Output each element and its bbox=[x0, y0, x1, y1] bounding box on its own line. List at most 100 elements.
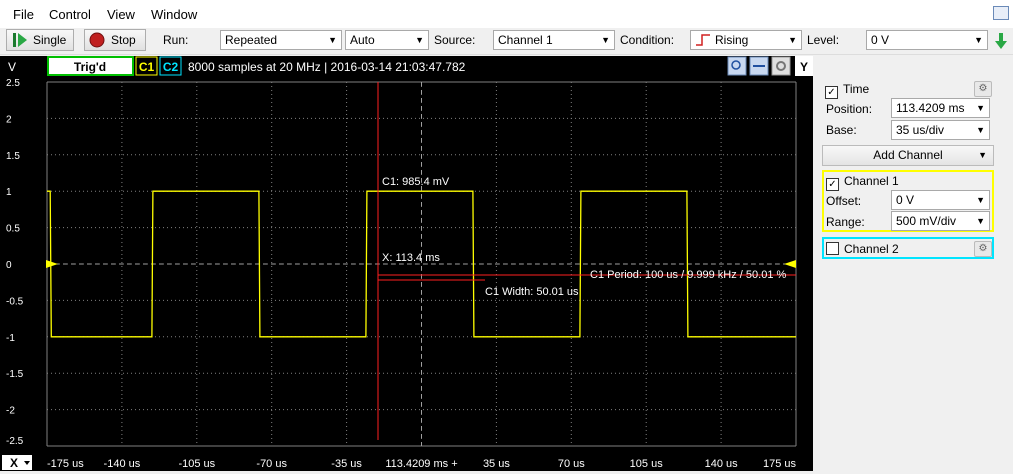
chevron-down-icon: ▼ bbox=[978, 150, 987, 160]
y-axis-tab-label: Y bbox=[800, 60, 808, 74]
chevron-down-icon: ▼ bbox=[601, 35, 610, 45]
source-label: Source: bbox=[434, 33, 476, 47]
single-button-label: Single bbox=[33, 33, 67, 47]
single-button[interactable]: Single bbox=[6, 29, 74, 51]
add-channel-label: Add Channel bbox=[873, 148, 943, 162]
volts-unit-label: V bbox=[8, 60, 16, 74]
offset-select[interactable]: 0 V ▼ bbox=[891, 190, 990, 210]
zoom-icon[interactable] bbox=[727, 56, 747, 76]
base-value: 35 us/div bbox=[896, 123, 945, 137]
x-tick-label: -35 us bbox=[331, 458, 362, 470]
oscilloscope-plot[interactable]: 2.5 2 1.5 1 0.5 0 -0.5 -1 -1.5 -2 -2.5 C1: 985.4 m… bbox=[0, 76, 813, 454]
position-select[interactable]: 113.4209 ms ▼ bbox=[891, 98, 990, 118]
window-restore-icon[interactable] bbox=[993, 6, 1009, 20]
source-select[interactable]: Channel 1 ▼ bbox=[493, 30, 615, 50]
stop-button[interactable]: Stop bbox=[84, 29, 146, 51]
range-select[interactable]: 500 mV/div ▼ bbox=[891, 211, 990, 231]
chevron-down-icon: ▼ bbox=[788, 35, 797, 45]
level-select[interactable]: 0 V ▼ bbox=[866, 30, 988, 50]
menu-bar: File Control View Window bbox=[0, 0, 1013, 28]
x-axis-selector-label: X bbox=[10, 456, 18, 470]
condition-label: Condition: bbox=[620, 33, 675, 47]
channel2-section: Channel 2 ⚙ bbox=[822, 237, 994, 259]
stop-button-label: Stop bbox=[111, 33, 136, 47]
y-tick-label: 2.5 bbox=[6, 78, 20, 89]
chevron-down-icon: ▼ bbox=[976, 103, 985, 113]
channel1-checkbox-row[interactable]: ✓ Channel 1 bbox=[826, 174, 899, 191]
y-tick-label: 1.5 bbox=[6, 151, 20, 162]
y-tick-label: -2.5 bbox=[6, 436, 24, 447]
plot-header-svg: V Trig'd C1 C2 8000 samples at 20 MHz | … bbox=[8, 56, 813, 76]
offset-value: 0 V bbox=[896, 193, 915, 207]
x-tick-label: 175 us bbox=[763, 458, 797, 470]
cursor-x-label: X: 113.4 ms bbox=[382, 252, 440, 264]
base-label: Base: bbox=[826, 123, 857, 137]
gear-icon[interactable]: ⚙ bbox=[974, 241, 992, 257]
x-axis-svg: X -175 us -140 us -105 us -70 us -35 us 113.4… bbox=[2, 455, 796, 470]
gear-icon[interactable] bbox=[771, 56, 791, 76]
x-tick-label: 70 us bbox=[558, 458, 585, 470]
plot-svg: 2.5 2 1.5 1 0.5 0 -0.5 -1 -1.5 -2 -2.5 C1: 985.4 m… bbox=[6, 78, 797, 447]
menu-control[interactable]: Control bbox=[49, 7, 91, 22]
time-label: Time bbox=[843, 82, 870, 96]
period-label: C1 Period: 100 us / 9.999 kHz / 50.01 % bbox=[590, 269, 787, 281]
channel1-offset-marker[interactable] bbox=[46, 260, 58, 268]
run-auto-select[interactable]: Auto ▼ bbox=[345, 30, 429, 50]
run-label: Run: bbox=[163, 33, 189, 47]
menu-file[interactable]: File bbox=[13, 7, 34, 22]
x-tick-label: 140 us bbox=[705, 458, 739, 470]
condition-select[interactable]: Rising ▼ bbox=[690, 30, 802, 50]
width-label: C1 Width: 50.01 us bbox=[485, 286, 579, 298]
x-tick-label: -140 us bbox=[104, 458, 141, 470]
channel1-label: Channel 1 bbox=[844, 174, 899, 188]
plot-header: V Trig'd C1 C2 8000 samples at 20 MHz | … bbox=[0, 56, 813, 76]
y-tick-label: 1 bbox=[6, 187, 12, 198]
settings-panel: ✓ Time ⚙ Position: 113.4209 ms ▼ Base: 35 … bbox=[814, 56, 1013, 471]
x-axis-bar: X -175 us -140 us -105 us -70 us -35 us 113.4… bbox=[0, 454, 813, 471]
x-tick-label: 35 us bbox=[483, 458, 510, 470]
arrow-down-icon[interactable] bbox=[994, 32, 1008, 50]
trigger-level-marker[interactable] bbox=[784, 260, 796, 268]
menu-view[interactable]: View bbox=[107, 7, 135, 22]
gear-icon[interactable]: ⚙ bbox=[974, 81, 992, 97]
offset-label: Offset: bbox=[826, 194, 862, 208]
chevron-down-icon: ▼ bbox=[976, 216, 985, 226]
condition-value: Rising bbox=[715, 33, 749, 47]
rising-edge-icon bbox=[696, 34, 710, 46]
chevron-down-icon: ▼ bbox=[415, 35, 424, 45]
x-tick-label: 113.4209 ms + bbox=[385, 458, 457, 470]
run-mode-select[interactable]: Repeated ▼ bbox=[220, 30, 342, 50]
x-tick-label: 105 us bbox=[630, 458, 664, 470]
trigger-status: Trig'd bbox=[74, 60, 106, 74]
y-tick-label: 0.5 bbox=[6, 224, 20, 235]
x-tick-label: -105 us bbox=[178, 458, 215, 470]
x-ticks: -175 us -140 us -105 us -70 us -35 us 113.420… bbox=[47, 458, 796, 470]
channel2-checkbox-row[interactable]: Channel 2 bbox=[826, 242, 899, 256]
toolbar: Single Stop Run: Repeated ▼ Auto ▼ Source:… bbox=[0, 28, 1013, 55]
time-checkbox[interactable]: ✓ bbox=[825, 86, 838, 99]
x-tick-label: -175 us bbox=[47, 458, 84, 470]
chevron-down-icon: ▼ bbox=[976, 195, 985, 205]
channel2-checkbox[interactable] bbox=[826, 242, 839, 255]
base-select[interactable]: 35 us/div ▼ bbox=[891, 120, 990, 140]
time-section: ✓ Time ⚙ Position: 113.4209 ms ▼ Base: 35 … bbox=[822, 78, 994, 140]
y-tick-label: 0 bbox=[6, 260, 12, 271]
position-label: Position: bbox=[826, 102, 873, 116]
grid bbox=[46, 81, 797, 447]
add-channel-button[interactable]: Add Channel ▼ bbox=[822, 145, 994, 166]
run-auto-value: Auto bbox=[350, 33, 375, 47]
acquisition-info: 8000 samples at 20 MHz | 2016-03-14 21:0… bbox=[188, 60, 466, 74]
y-tick-label: -1.5 bbox=[6, 369, 24, 380]
source-value: Channel 1 bbox=[498, 33, 553, 47]
time-checkbox-row[interactable]: ✓ Time bbox=[825, 82, 869, 99]
x-tick-label: -70 us bbox=[256, 458, 287, 470]
y-tick-label: -2 bbox=[6, 406, 15, 417]
chevron-down-icon: ▼ bbox=[328, 35, 337, 45]
menu-window[interactable]: Window bbox=[151, 7, 197, 22]
y-tick-label: 2 bbox=[6, 114, 12, 125]
channel1-checkbox[interactable]: ✓ bbox=[826, 178, 839, 191]
y-tick-label: -0.5 bbox=[6, 296, 24, 307]
stop-icon bbox=[89, 32, 105, 48]
cursor-value-label: C1: 985.4 mV bbox=[382, 176, 450, 188]
range-value: 500 mV/div bbox=[896, 214, 957, 228]
